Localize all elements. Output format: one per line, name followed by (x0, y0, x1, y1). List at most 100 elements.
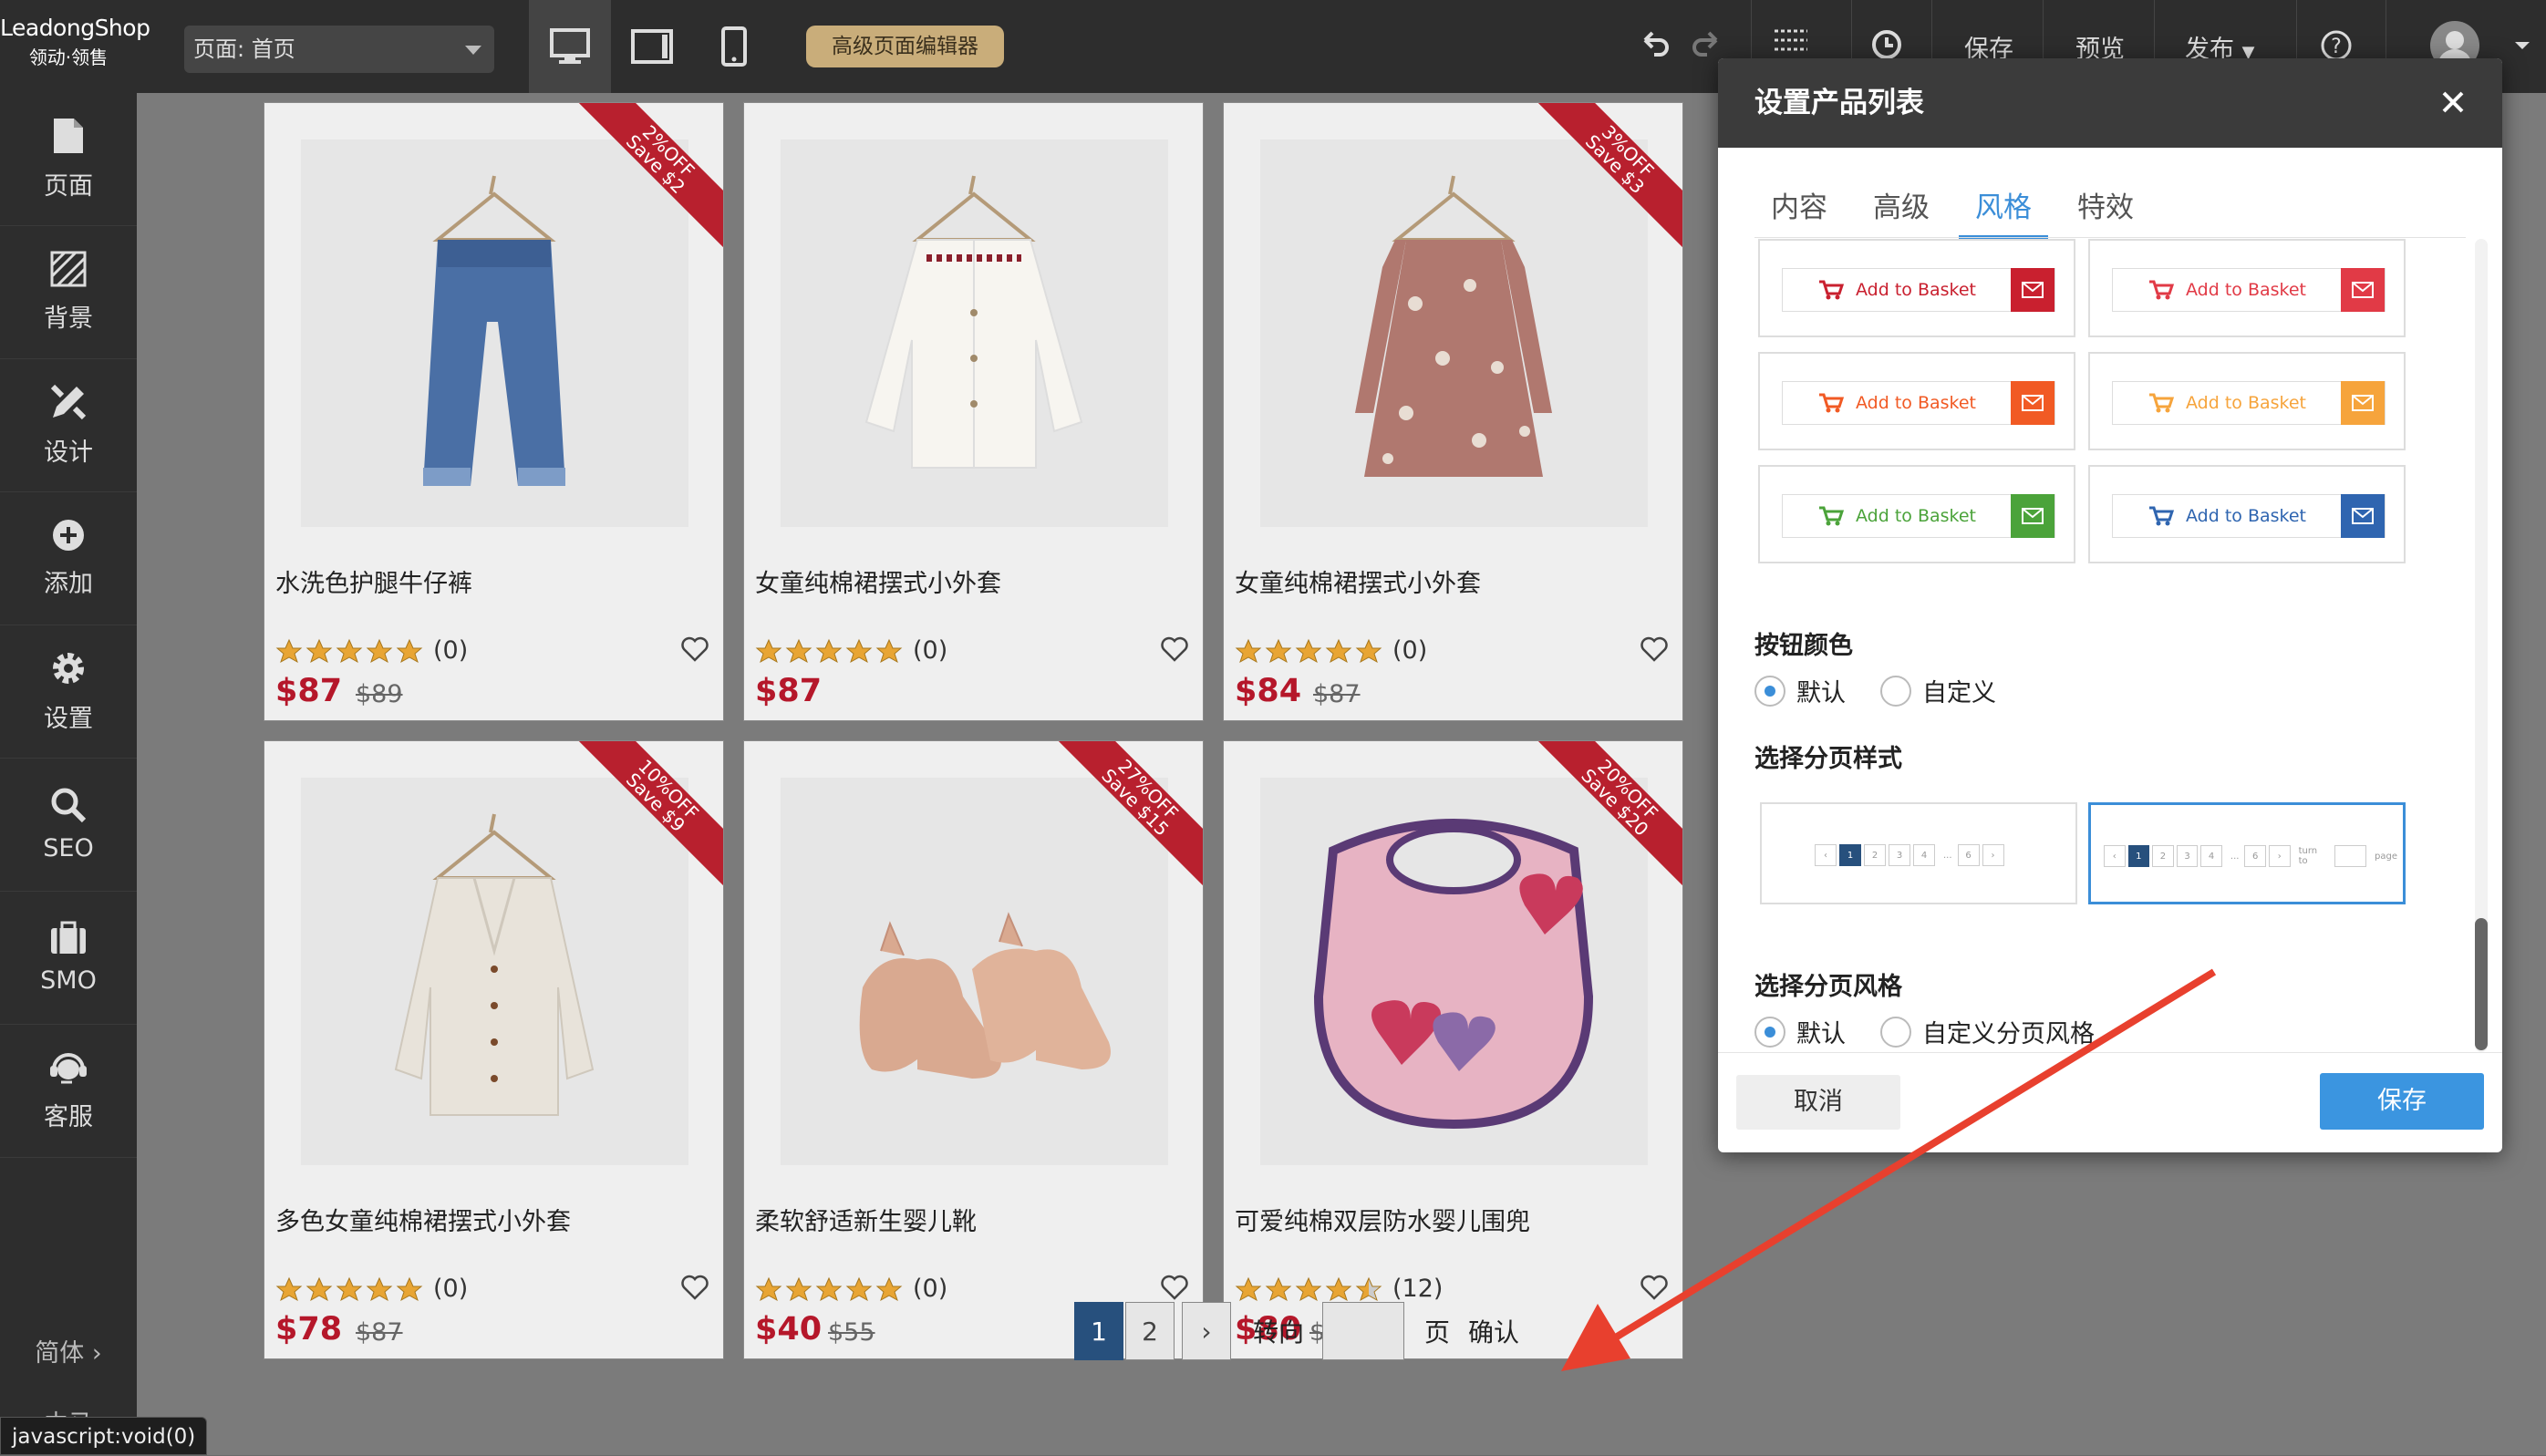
brand-logo[interactable]: LeadongShop 领动·领售 (0, 15, 150, 69)
tab-advanced[interactable]: 高级 (1857, 186, 1946, 239)
button-style-option[interactable]: Add to Basket (1758, 239, 2075, 337)
mobile-view-button[interactable] (693, 0, 775, 93)
product-image[interactable] (301, 139, 688, 527)
product-card[interactable]: 3%OFF Save $3 女童纯棉裙摆式小外套 (0) $84 $87 (1223, 102, 1683, 721)
tablet-view-button[interactable] (611, 0, 693, 93)
redo-icon[interactable] (1691, 27, 1723, 60)
product-image[interactable] (781, 778, 1168, 1165)
sidebar-item-support[interactable]: 客服 (0, 1025, 137, 1158)
product-name[interactable]: 多色女童纯棉裙摆式小外套 (275, 1202, 571, 1237)
desktop-view-button[interactable] (529, 0, 611, 93)
dialog-footer: 取消 保存 (1718, 1052, 2502, 1152)
star-icon (815, 638, 843, 663)
tab-style[interactable]: 风格 (1959, 186, 2048, 239)
goto-page-input[interactable] (1322, 1302, 1405, 1360)
sidebar-item-seo[interactable]: SEO (0, 759, 137, 892)
mobile-icon (721, 26, 747, 67)
heart-icon[interactable] (1161, 1275, 1188, 1300)
star-icon (785, 1276, 812, 1301)
blouse-image (864, 175, 1083, 469)
scrollbar-thumb[interactable] (2475, 918, 2488, 1050)
dialog-tabs: 内容 高级 风格 特效 (1754, 186, 2163, 239)
product-image[interactable] (1260, 139, 1648, 527)
page-icon (54, 119, 83, 153)
pager-style-preview: ‹ 1 2 3 4... 6 › turn to page (2104, 845, 2403, 867)
add-to-basket-preview: Add to Basket (1782, 494, 2055, 538)
undo-icon[interactable] (1638, 27, 1671, 60)
dress-image (1355, 175, 1552, 477)
product-card[interactable]: 27%OFF Save $15 柔软舒适新生婴儿靴 (0) $40 $55 (743, 740, 1204, 1359)
page-select[interactable]: 页面: 首页 (184, 26, 494, 73)
add-to-basket-preview: Add to Basket (2112, 494, 2386, 538)
cancel-button[interactable]: 取消 (1736, 1075, 1900, 1130)
button-style-option[interactable]: Add to Basket (1758, 465, 2075, 563)
button-style-option[interactable]: Add to Basket (1758, 352, 2075, 450)
button-style-option[interactable]: Add to Basket (2088, 465, 2406, 563)
add-to-basket-label: Add to Basket (1856, 393, 1976, 413)
sidebar-item-label: SMO (40, 966, 97, 995)
product-card[interactable]: 2%OFF Save $2 水洗色护腿牛仔裤 (0) $87 $89 (264, 102, 724, 721)
pager-theme-custom-radio[interactable] (1880, 1016, 1911, 1048)
tab-effects[interactable]: 特效 (2061, 186, 2150, 239)
jeans-image (423, 175, 565, 486)
sidebar-item-settings[interactable]: 设置 (0, 625, 137, 759)
radio-label: 自定义 (1922, 679, 1996, 707)
product-image[interactable] (1260, 778, 1648, 1165)
product-card[interactable]: 20%OFFSave $20 可爱纯棉双层防水婴儿围兜 (12) $80 $10… (1223, 740, 1683, 1359)
heart-icon[interactable] (681, 1275, 709, 1300)
cart-icon (2149, 506, 2175, 526)
star-icon (1295, 638, 1322, 663)
product-card[interactable]: 女童纯棉裙摆式小外套 (0) $87 (743, 102, 1204, 721)
gear-icon (53, 653, 84, 684)
language-switch[interactable]: 简体 › (0, 1333, 137, 1368)
cart-icon (1819, 506, 1845, 526)
review-count: (0) (433, 1275, 469, 1303)
tab-content[interactable]: 内容 (1754, 186, 1844, 239)
product-name[interactable]: 可爱纯棉双层防水婴儿围兜 (1235, 1202, 1530, 1237)
product-image[interactable] (781, 139, 1168, 527)
dialog-title: 设置产品列表 (1754, 87, 1924, 119)
sidebar-item-add[interactable]: 添加 (0, 492, 137, 625)
pager-theme-default-radio[interactable] (1754, 1016, 1785, 1048)
close-icon[interactable] (2438, 88, 2468, 117)
sidebar-item-label: 设计 (44, 439, 93, 467)
heart-icon[interactable] (1640, 1275, 1668, 1300)
product-name[interactable]: 女童纯棉裙摆式小外套 (1235, 563, 1481, 599)
save-button[interactable]: 保存 (2320, 1073, 2484, 1130)
sidebar-item-design[interactable]: 设计 (0, 359, 137, 492)
product-price: $78 (275, 1311, 343, 1348)
heart-icon[interactable] (681, 636, 709, 662)
dialog-header: 设置产品列表 (1718, 58, 2502, 148)
bib-image (1313, 819, 1594, 1130)
page-1-button[interactable]: 1 (1074, 1302, 1123, 1360)
button-color-default-radio[interactable] (1754, 675, 1785, 707)
sidebar-item-page[interactable]: 页面 (0, 93, 137, 226)
button-color-custom-radio[interactable] (1880, 675, 1911, 707)
product-name[interactable]: 女童纯棉裙摆式小外套 (755, 563, 1001, 599)
advanced-editor-badge[interactable]: 高级页面编辑器 (806, 26, 1004, 67)
sidebar-item-smo[interactable]: SMO (0, 892, 137, 1025)
product-image[interactable] (301, 778, 688, 1165)
button-style-option[interactable]: Add to Basket (2088, 352, 2406, 450)
dialog-scrollbar[interactable] (2475, 239, 2488, 1052)
page-2-button[interactable]: 2 (1125, 1302, 1175, 1360)
product-card[interactable]: 10%OFF Save $9 多色女童纯棉裙摆式小外套 (0) $78 $87 (264, 740, 724, 1359)
brand-tagline: 领动·领售 (28, 46, 109, 68)
button-style-option[interactable]: Add to Basket (2088, 239, 2406, 337)
grid-icon[interactable] (1773, 27, 1809, 60)
confirm-goto-button[interactable]: 确认 (1468, 1313, 1519, 1349)
pager-style-option-2[interactable]: ‹ 1 2 3 4... 6 › turn to page (2088, 802, 2406, 904)
heart-icon[interactable] (1161, 636, 1188, 662)
product-name[interactable]: 柔软舒适新生婴儿靴 (755, 1202, 977, 1237)
sidebar-item-background[interactable]: 背景 (0, 226, 137, 359)
pager-style-option-1[interactable]: ‹ 1 2 3 4... 6 › (1760, 802, 2077, 904)
star-icon (1265, 1276, 1292, 1301)
product-name[interactable]: 水洗色护腿牛仔裤 (275, 563, 472, 599)
chevron-down-icon[interactable] (2513, 40, 2531, 53)
history-icon[interactable] (1869, 27, 1904, 62)
radio-label: 自定义分页风格 (1922, 1020, 2095, 1048)
next-page-button[interactable]: › (1182, 1302, 1231, 1360)
product-price: $87 (755, 673, 823, 709)
help-icon[interactable]: ? (2320, 29, 2353, 62)
heart-icon[interactable] (1640, 636, 1668, 662)
